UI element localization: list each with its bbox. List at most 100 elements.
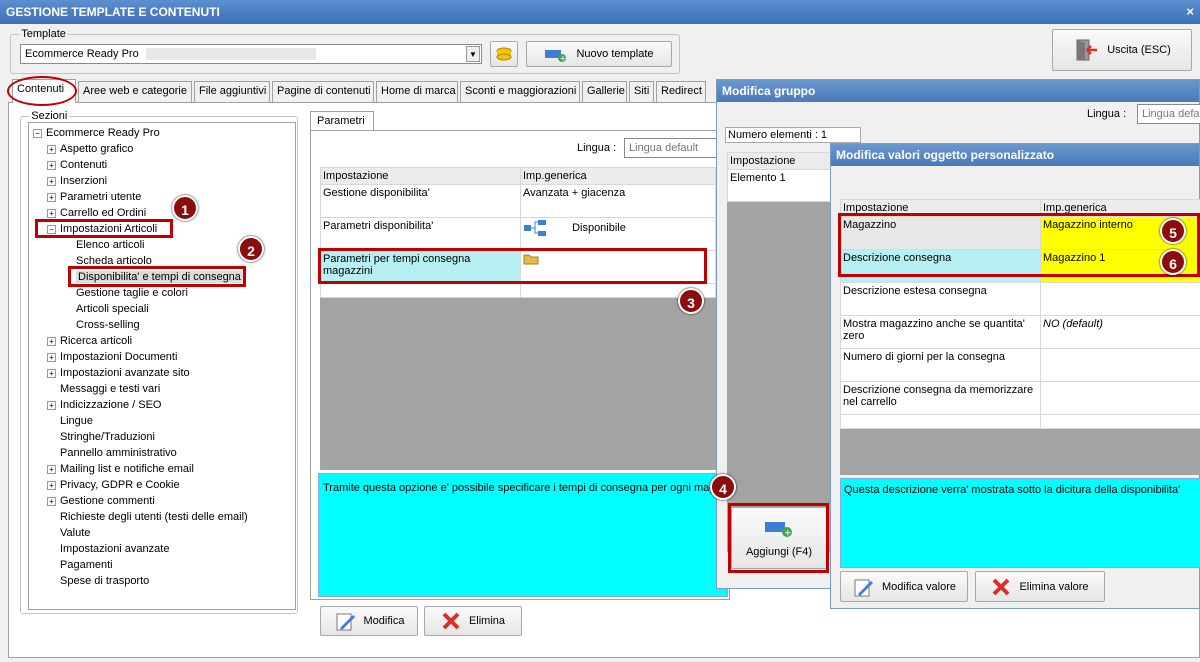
tab-aree-web-e-categorie[interactable]: Aree web e categorie <box>78 81 192 102</box>
expand-icon[interactable]: + <box>47 368 56 378</box>
modify-value-button[interactable]: Modifica valore <box>840 571 968 602</box>
obj-value[interactable] <box>1040 381 1200 415</box>
expand-icon[interactable]: + <box>47 336 56 346</box>
tree-item[interactable]: Pagamenti <box>33 557 248 573</box>
tab-siti[interactable]: Siti <box>629 81 654 102</box>
tree-item[interactable]: Richieste degli utenti (testi delle emai… <box>33 509 248 525</box>
tab-pagine-di-contenuti[interactable]: Pagine di contenuti <box>272 81 374 102</box>
database-button[interactable] <box>490 41 518 67</box>
edit-icon <box>854 579 873 596</box>
element-count: Numero elementi : 1 <box>725 127 861 143</box>
tree-item[interactable]: + Parametri utente <box>33 189 248 205</box>
chevron-down-icon[interactable]: ▼ <box>466 46 480 62</box>
param-name: Gestione disponibilita' <box>320 184 521 218</box>
edit-icon <box>336 613 355 631</box>
close-icon[interactable]: × <box>1186 0 1194 24</box>
tab-home-di-marca[interactable]: Home di marca <box>376 81 458 102</box>
tree-item[interactable]: − Impostazioni Articoli <box>33 221 248 237</box>
tree-item[interactable]: Stringhe/Traduzioni <box>33 429 248 445</box>
tree-item-label: Elenco articoli <box>76 239 145 251</box>
tree-item[interactable]: Elenco articoli <box>33 237 248 253</box>
tree-item[interactable]: Pannello amministrativo <box>33 445 248 461</box>
tree-item-label: Gestione commenti <box>60 495 155 507</box>
tab-redirect[interactable]: Redirect <box>656 81 706 102</box>
tree-item[interactable]: + Aspetto grafico <box>33 141 248 157</box>
tree-item[interactable]: Articoli speciali <box>33 301 248 317</box>
tree-item-label: Parametri utente <box>60 191 142 203</box>
obj-name-magazzino: Magazzino <box>840 216 1041 250</box>
lingua-select[interactable]: Lingua default <box>624 138 724 158</box>
object-grid: Impostazione Imp.generica Magazzino Magazz… <box>840 199 1200 429</box>
expand-icon[interactable]: + <box>47 352 56 362</box>
expand-icon[interactable]: + <box>47 400 56 410</box>
tree-item[interactable]: Valute <box>33 525 248 541</box>
tree-item-label: Impostazioni avanzate <box>60 543 170 555</box>
template-select-value: Ecommerce Ready Pro <box>25 48 139 60</box>
tree-item[interactable]: + Inserzioni <box>33 173 248 189</box>
sections-label: Sezioni <box>31 110 68 122</box>
delete-button[interactable]: Elimina <box>424 606 522 636</box>
tree-item-label: Articoli speciali <box>76 303 149 315</box>
tree-item[interactable]: Disponibilita' e tempi di consegna <box>33 269 248 285</box>
badge-1: 1 <box>172 195 198 221</box>
new-template-button[interactable]: + Nuovo template <box>526 41 672 67</box>
obj-name: Descrizione estesa consegna <box>840 282 1041 316</box>
exit-door-icon <box>1076 39 1098 61</box>
param-value[interactable]: Avanzata + giacenza <box>520 184 716 218</box>
expand-icon[interactable]: + <box>47 176 56 186</box>
param-value: Disponibile <box>572 221 626 234</box>
tree-item[interactable]: + Indicizzazione / SEO <box>33 397 248 413</box>
tab-gallerie[interactable]: Gallerie <box>582 81 627 102</box>
tree-item-label: Mailing list e notifiche email <box>60 463 194 475</box>
param-value-cell[interactable]: Disponibile <box>520 217 716 251</box>
expand-icon[interactable]: + <box>47 192 56 202</box>
tree-item[interactable]: Cross-selling <box>33 317 248 333</box>
collapse-icon[interactable]: − <box>33 128 42 138</box>
tree-item[interactable]: + Gestione commenti <box>33 493 248 509</box>
annotation-ellipse <box>7 76 77 106</box>
tree-item[interactable]: + Carrello ed Ordini <box>33 205 248 221</box>
tree-item[interactable]: + Impostazioni Documenti <box>33 349 248 365</box>
tree-item[interactable]: Lingue <box>33 413 248 429</box>
group-row-element[interactable]: Elemento 1 <box>727 169 837 202</box>
tree-item[interactable]: + Mailing list e notifiche email <box>33 461 248 477</box>
tree-item[interactable]: Spese di trasporto <box>33 573 248 589</box>
obj-value[interactable] <box>1040 348 1200 382</box>
tree-item[interactable]: + Contenuti <box>33 157 248 173</box>
expand-icon[interactable]: + <box>47 464 56 474</box>
expand-icon[interactable]: + <box>47 480 56 490</box>
tree-item[interactable]: Scheda articolo <box>33 253 248 269</box>
tab-parametri[interactable]: Parametri <box>310 111 374 131</box>
delete-x-icon <box>442 612 460 630</box>
expand-icon[interactable]: + <box>47 160 56 170</box>
tree-item[interactable]: Messaggi e testi vari <box>33 381 248 397</box>
tree-item[interactable]: Impostazioni avanzate <box>33 541 248 557</box>
exit-button[interactable]: Uscita (ESC) <box>1052 29 1192 71</box>
delete-value-button[interactable]: Elimina valore <box>975 571 1105 602</box>
collapse-icon[interactable]: − <box>47 224 56 234</box>
tree-item[interactable]: + Privacy, GDPR e Cookie <box>33 477 248 493</box>
tree-root[interactable]: − Ecommerce Ready Pro <box>33 125 248 141</box>
param-value-cell[interactable] <box>520 250 716 284</box>
obj-value[interactable]: NO (default) <box>1040 315 1200 349</box>
tab-file-aggiuntivi[interactable]: File aggiuntivi <box>194 81 270 102</box>
tree-item-label: Messaggi e testi vari <box>60 383 161 395</box>
tab-sconti-e-maggiorazioni[interactable]: Sconti e maggiorazioni <box>460 81 580 102</box>
sections-tree: − Ecommerce Ready Pro + Aspetto grafico + Co… <box>33 125 248 589</box>
expand-icon[interactable]: + <box>47 496 56 506</box>
tree-item[interactable]: Gestione taglie e colori <box>33 285 248 301</box>
group-lingua-select[interactable]: Lingua default <box>1137 104 1200 124</box>
tree-item[interactable]: + Ricerca articoli <box>33 333 248 349</box>
expand-icon[interactable]: + <box>47 144 56 154</box>
tree-item[interactable]: + Impostazioni avanzate sito <box>33 365 248 381</box>
badge-4: 4 <box>710 474 736 500</box>
add-button[interactable]: + Aggiungi (F4) <box>731 507 827 569</box>
obj-value[interactable] <box>1040 282 1200 316</box>
template-select[interactable]: Ecommerce Ready Pro ▼ <box>20 44 482 64</box>
obj-name: Numero di giorni per la consegna <box>840 348 1041 382</box>
exit-label: Uscita (ESC) <box>1107 44 1171 56</box>
tree-item-label: Stringhe/Traduzioni <box>60 431 155 443</box>
modify-button[interactable]: Modifica <box>320 606 418 636</box>
expand-icon[interactable]: + <box>47 208 56 218</box>
tree-item-label: Privacy, GDPR e Cookie <box>60 479 180 491</box>
